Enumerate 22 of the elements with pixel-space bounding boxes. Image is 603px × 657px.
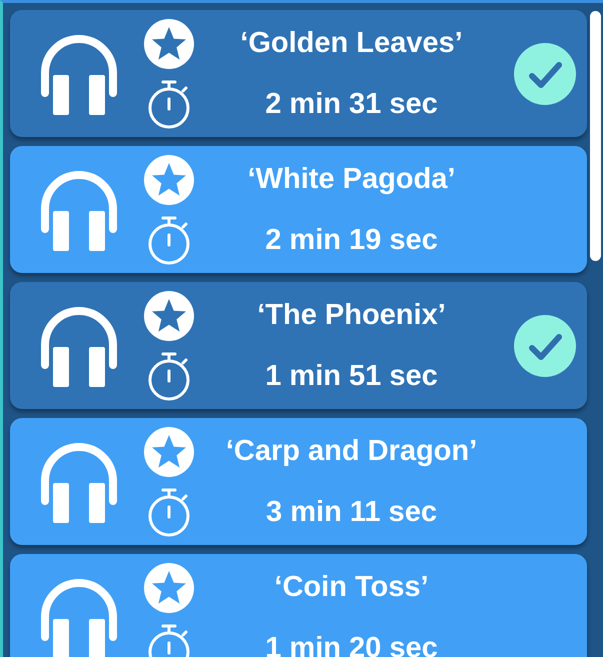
stopwatch-icon [147, 486, 191, 536]
track-card[interactable]: ‘Golden Leaves’ 2 min 31 sec [10, 10, 587, 137]
track-duration: 2 min 19 sec [265, 224, 438, 256]
track-duration: 1 min 51 sec [265, 360, 438, 392]
track-title: ‘Carp and Dragon’ [226, 434, 478, 468]
track-title: ‘White Pagoda’ [248, 162, 456, 196]
track-title: ‘The Phoenix’ [257, 298, 446, 332]
track-duration: 2 min 31 sec [265, 88, 438, 120]
track-duration: 3 min 11 sec [266, 496, 437, 528]
track-title: ‘Coin Toss’ [274, 570, 429, 604]
scrollbar[interactable] [590, 11, 601, 261]
stopwatch-icon [147, 350, 191, 400]
track-card[interactable]: ‘White Pagoda’ 2 min 19 sec [10, 146, 587, 273]
stopwatch-icon [147, 78, 191, 128]
check-icon [514, 42, 576, 104]
track-title: ‘Golden Leaves’ [240, 26, 463, 60]
check-icon [514, 314, 576, 376]
stopwatch-icon [147, 214, 191, 264]
track-card[interactable]: ‘The Phoenix’ 1 min 51 sec [10, 282, 587, 409]
track-card[interactable]: ‘Carp and Dragon’ 3 min 11 sec [10, 418, 587, 545]
track-duration: 1 min 20 sec [265, 632, 438, 657]
track-card[interactable]: ‘Coin Toss’ 1 min 20 sec [10, 554, 587, 657]
